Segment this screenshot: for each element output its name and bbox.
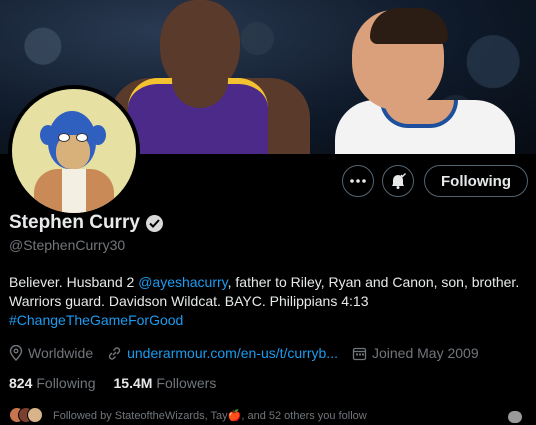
- website-link[interactable]: underarmour.com/en-us/t/curryb...: [127, 345, 338, 361]
- follow-counts: 824 Following 15.4M Followers: [9, 375, 526, 391]
- verified-badge-icon[interactable]: [145, 214, 163, 232]
- following-label: Following: [36, 375, 96, 391]
- user-handle: @StephenCurry30: [9, 237, 126, 253]
- following-count: 824: [9, 375, 33, 391]
- more-dots-icon: [350, 179, 366, 183]
- profile-avatar[interactable]: [8, 85, 140, 217]
- profile-info: Stephen Curry @StephenCurry30 Believer. …: [9, 212, 526, 423]
- following-button[interactable]: Following: [424, 165, 528, 197]
- more-button[interactable]: [342, 165, 375, 197]
- avatar-ape-eye-right: [76, 133, 88, 142]
- location-text: Worldwide: [28, 345, 94, 361]
- avatar-ape-eye-left: [58, 133, 70, 142]
- display-name: Stephen Curry: [9, 212, 140, 233]
- link-icon: [108, 346, 121, 360]
- bell-check-icon: [392, 173, 407, 189]
- followed-by-avatars: [9, 407, 43, 423]
- followers-label: Followers: [156, 375, 217, 391]
- watermark: [508, 411, 522, 423]
- bio-hashtag-link[interactable]: #ChangeTheGameForGood: [9, 312, 183, 328]
- name-row: Stephen Curry: [9, 212, 526, 234]
- followed-by-text: Followed by StateoftheWizards, Tay🍎, and…: [53, 409, 367, 422]
- calendar-icon: [352, 347, 367, 360]
- profile-bio: Believer. Husband 2 @ayeshacurry, father…: [9, 273, 526, 330]
- bio-text-start: Believer. Husband 2: [9, 274, 139, 290]
- follower-avatar: [27, 407, 43, 423]
- profile-meta: Worldwide underarmour.com/en-us/t/curryb…: [9, 345, 526, 361]
- checkmark-icon: [149, 218, 160, 228]
- joined-text: Joined May 2009: [371, 345, 479, 361]
- avatar-ape-shirt: [62, 169, 86, 213]
- banner-player-right-hair: [370, 8, 448, 44]
- followers-count-link[interactable]: 15.4M Followers: [114, 375, 217, 391]
- location-item: Worldwide: [9, 345, 93, 361]
- location-pin-icon: [9, 345, 23, 361]
- notifications-button[interactable]: [382, 165, 415, 197]
- followers-count: 15.4M: [113, 375, 153, 391]
- following-count-link[interactable]: 824 Following: [9, 375, 96, 391]
- joined-item: Joined May 2009: [352, 345, 479, 361]
- watermark-logo-icon: [508, 411, 522, 423]
- followed-by-row[interactable]: Followed by StateoftheWizards, Tay🍎, and…: [9, 407, 526, 423]
- website-item[interactable]: underarmour.com/en-us/t/curryb...: [107, 345, 338, 361]
- bio-mention-link[interactable]: @ayeshacurry: [138, 274, 227, 290]
- profile-actions: Following: [342, 165, 528, 197]
